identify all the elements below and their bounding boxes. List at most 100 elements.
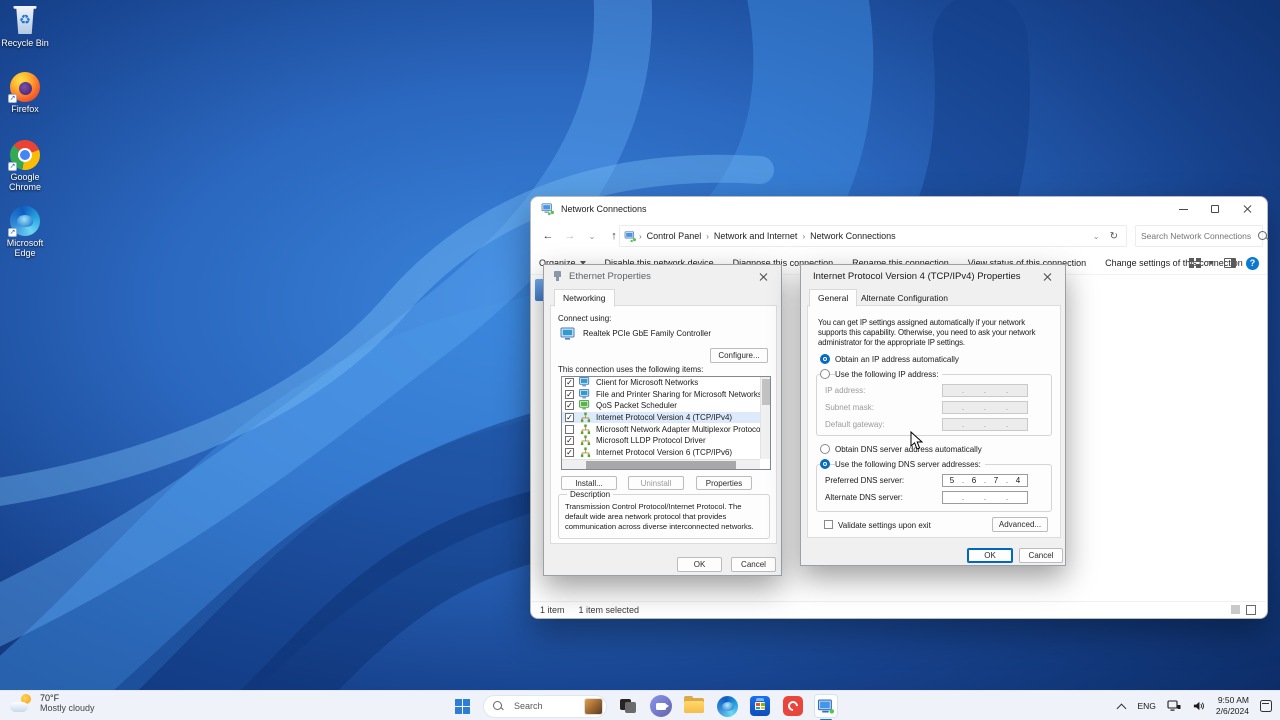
show-hidden-icons-chevron[interactable] <box>1118 702 1126 710</box>
tab-alternate-configuration[interactable]: Alternate Configuration <box>853 290 956 306</box>
radio-obtain-ip[interactable] <box>820 354 830 364</box>
protocol-icon <box>580 447 591 457</box>
scrollbar-thumb[interactable] <box>586 461 736 469</box>
checkbox[interactable]: ✓ <box>565 436 574 446</box>
breadcrumb-control-panel[interactable]: Control Panel <box>644 231 705 241</box>
task-view-button[interactable] <box>616 694 640 718</box>
list-item[interactable]: ✓ File and Printer Sharing for Microsoft… <box>562 388 770 401</box>
default-gateway-field[interactable]: ... <box>942 418 1028 431</box>
refresh-icon[interactable]: ↻ <box>1110 231 1118 242</box>
default-gateway-label: Default gateway: <box>825 420 885 429</box>
alternate-dns-field[interactable]: ... <box>942 491 1028 504</box>
ok-button[interactable]: OK <box>967 548 1013 563</box>
notification-center-icon[interactable] <box>1260 700 1272 712</box>
maximize-icon <box>1211 205 1219 213</box>
shortcut-arrow-icon: ↗ <box>8 162 17 171</box>
validate-checkbox[interactable] <box>824 520 833 529</box>
view-mode-button[interactable] <box>1189 258 1214 268</box>
cancel-button[interactable]: Cancel <box>731 557 776 572</box>
vertical-scrollbar[interactable] <box>760 377 770 459</box>
breadcrumb-network-and-internet[interactable]: Network and Internet <box>711 231 801 241</box>
desktop-icon-microsoft-edge[interactable]: ↗ Microsoft Edge <box>0 206 53 259</box>
network-connections-taskbar-button[interactable] <box>814 694 838 718</box>
forward-button[interactable]: → <box>559 230 581 242</box>
dialog-titlebar[interactable]: Internet Protocol Version 4 (TCP/IPv4) P… <box>801 265 1065 287</box>
ip-address-label: IP address: <box>825 386 866 395</box>
address-dropdown-chevron[interactable]: ⌄ <box>1093 232 1100 241</box>
list-item[interactable]: ✓ QoS Packet Scheduler <box>562 400 770 412</box>
list-item[interactable]: Microsoft Network Adapter Multiplexor Pr… <box>562 423 770 435</box>
chat-button[interactable] <box>649 694 673 718</box>
intro-text: You can get IP settings assigned automat… <box>818 318 1036 348</box>
close-button[interactable] <box>1034 268 1060 285</box>
dialog-title: Ethernet Properties <box>569 270 651 282</box>
microsoft-store-button[interactable] <box>748 694 772 718</box>
checkbox[interactable]: ✓ <box>565 447 574 457</box>
cancel-button[interactable]: Cancel <box>1019 548 1063 563</box>
desktop-icon-label: Firefox <box>11 104 39 114</box>
networking-tab-panel: Connect using: Realtek PCIe GbE Family C… <box>550 305 777 544</box>
language-indicator[interactable]: ENG <box>1137 701 1155 711</box>
clock[interactable]: 9:50 AM 2/6/2024 <box>1216 695 1249 716</box>
edge-button[interactable] <box>715 694 739 718</box>
start-button[interactable] <box>450 694 474 718</box>
configure-button[interactable]: Configure... <box>710 348 768 363</box>
list-item[interactable]: ✓ Internet Protocol Version 6 (TCP/IPv6) <box>562 447 770 459</box>
checkbox[interactable]: ✓ <box>565 401 574 411</box>
scrollbar-thumb[interactable] <box>762 379 770 405</box>
tab-networking[interactable]: Networking <box>554 289 615 307</box>
preview-pane-icon[interactable] <box>1224 258 1236 268</box>
desktop-icon-google-chrome[interactable]: ↗ Google Chrome <box>0 140 53 193</box>
details-view-toggle-icon[interactable] <box>1231 605 1240 614</box>
volume-tray-icon[interactable] <box>1192 700 1205 712</box>
list-item[interactable]: ✓ Microsoft LLDP Protocol Driver <box>562 435 770 447</box>
folder-icon <box>684 696 704 714</box>
minimize-button[interactable] <box>1167 197 1199 221</box>
uninstall-button[interactable]: Uninstall <box>628 476 684 490</box>
checkbox[interactable]: ✓ <box>565 378 574 388</box>
close-button[interactable] <box>750 268 776 285</box>
install-button[interactable]: Install... <box>561 476 617 490</box>
radio-use-ip[interactable] <box>820 369 830 379</box>
desktop-icon-recycle-bin[interactable]: ♻ Recycle Bin <box>0 6 53 48</box>
address-bar[interactable]: › Control Panel › Network and Internet ›… <box>619 225 1127 247</box>
dialog-titlebar[interactable]: Ethernet Properties <box>544 265 781 287</box>
checkbox[interactable]: ✓ <box>565 389 574 399</box>
checkbox[interactable]: ✓ <box>565 413 574 423</box>
properties-button[interactable]: Properties <box>696 476 752 490</box>
widgets-weather-button[interactable]: 70°F Mostly cloudy <box>10 693 95 713</box>
back-button[interactable]: ← <box>537 230 559 242</box>
desktop-icon-firefox[interactable]: ↗ Firefox <box>0 72 53 114</box>
radio-use-dns[interactable] <box>820 459 830 469</box>
file-printer-sharing-icon <box>579 388 590 399</box>
help-icon[interactable]: ? <box>1246 256 1259 270</box>
ok-button[interactable]: OK <box>677 557 722 572</box>
taskbar-search-box[interactable]: Search <box>483 694 607 718</box>
tab-general[interactable]: General <box>809 289 858 307</box>
icons-view-toggle-icon[interactable] <box>1246 604 1256 615</box>
explorer-search-box[interactable] <box>1135 225 1267 247</box>
network-tray-icon[interactable] <box>1167 700 1181 712</box>
close-button[interactable] <box>1231 197 1263 221</box>
maximize-button[interactable] <box>1199 197 1231 221</box>
breadcrumb-network-connections[interactable]: Network Connections <box>807 231 899 241</box>
list-item[interactable]: ✓ Client for Microsoft Networks <box>562 377 770 389</box>
ip-address-field[interactable]: ... <box>942 384 1028 397</box>
search-input[interactable] <box>1136 231 1257 241</box>
window-titlebar[interactable]: Network Connections <box>531 197 1267 221</box>
preferred-dns-field[interactable]: 5. 6. 7. 4 <box>942 474 1028 487</box>
red-c-app-button[interactable] <box>781 694 805 718</box>
radio-obtain-dns[interactable] <box>820 444 830 454</box>
taskbar: 70°F Mostly cloudy Search ENG 9:50 AM 2/… <box>0 690 1280 720</box>
file-explorer-button[interactable] <box>682 694 706 718</box>
red-c-app-icon <box>783 696 803 716</box>
connection-items-list[interactable]: ✓ Client for Microsoft Networks ✓ File a… <box>561 376 771 470</box>
checkbox[interactable] <box>565 424 574 434</box>
recent-locations-chevron[interactable]: ⌄ <box>581 232 603 241</box>
list-item-selected[interactable]: ✓ Internet Protocol Version 4 (TCP/IPv4) <box>562 411 770 424</box>
advanced-button[interactable]: Advanced... <box>992 517 1048 532</box>
subnet-mask-field[interactable]: ... <box>942 401 1028 414</box>
search-label: Search <box>514 701 543 711</box>
horizontal-scrollbar[interactable] <box>562 459 760 469</box>
shortcut-arrow-icon: ↗ <box>8 228 17 237</box>
